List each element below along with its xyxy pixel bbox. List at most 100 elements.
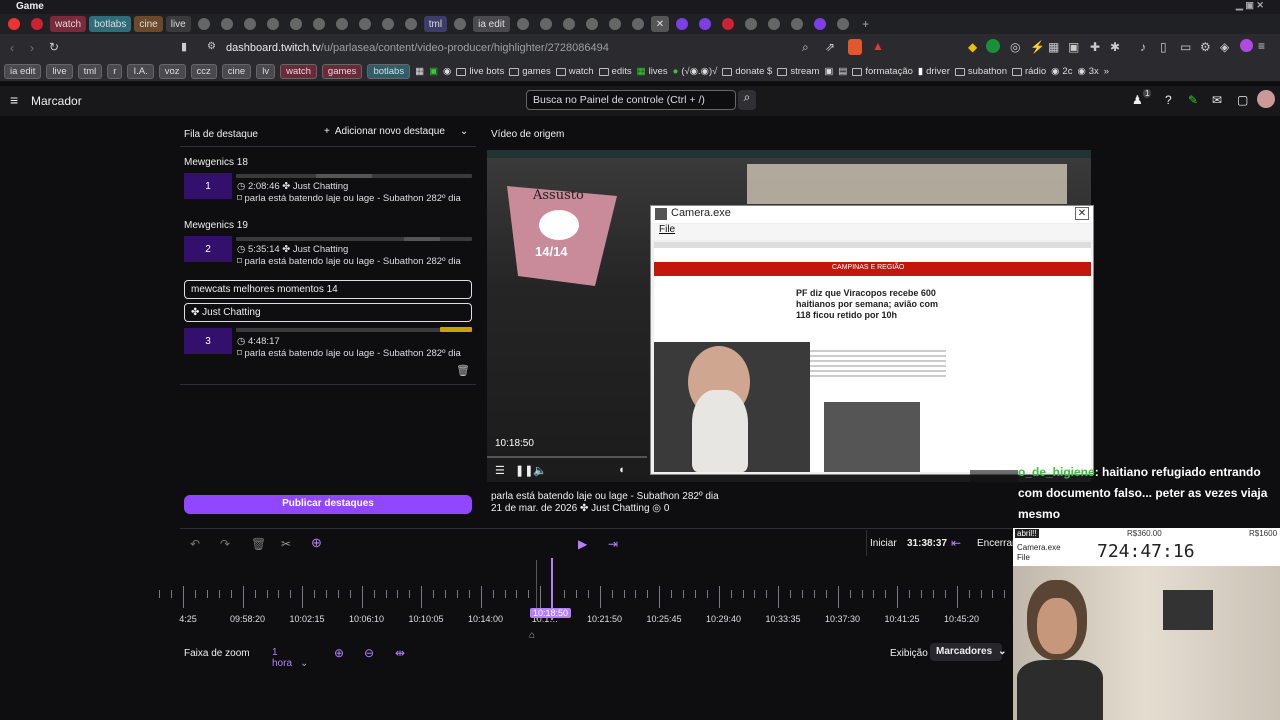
search-input[interactable]: Busca no Painel de controle (Ctrl + /) xyxy=(526,90,736,110)
vpn-icon[interactable]: ◈ xyxy=(1220,40,1229,54)
bookmark-ccz[interactable]: ccz xyxy=(190,64,217,79)
tab-favicon-icon[interactable] xyxy=(631,18,644,30)
tab-favicon-icon[interactable] xyxy=(8,18,20,30)
tab-botlabs[interactable]: botlabs xyxy=(89,16,132,32)
tab-favicon-icon[interactable] xyxy=(722,18,735,30)
group-title-input[interactable]: mewcats melhores momentos 14 xyxy=(184,280,472,299)
extension-icon[interactable]: ▣ xyxy=(1068,40,1079,54)
tab-favicon-icon[interactable] xyxy=(837,18,850,30)
tab-favicon-icon[interactable] xyxy=(31,18,43,30)
marker-icon[interactable]: ⌂ xyxy=(529,630,535,641)
bookmark-icon[interactable]: ▣ xyxy=(429,66,438,77)
back-icon[interactable]: ‹ xyxy=(10,41,14,55)
close-icon[interactable]: ✕ xyxy=(1075,207,1089,220)
publish-highlights-button[interactable]: Publicar destaques xyxy=(184,495,472,514)
view-select[interactable]: Marcadores ⌄ xyxy=(930,643,1007,661)
bookmark-live[interactable]: live xyxy=(46,64,73,79)
tab-watch[interactable]: watch xyxy=(50,16,87,32)
clip-number-badge[interactable]: 3 xyxy=(184,328,232,354)
tab-favicon-icon[interactable] xyxy=(289,18,302,30)
clip-number-badge[interactable]: 1 xyxy=(184,173,232,199)
tab-favicon-icon[interactable] xyxy=(358,18,371,30)
window-controls[interactable]: ▁ ▣ ✕ xyxy=(1236,0,1264,11)
apps-grid-icon[interactable]: ▦ xyxy=(415,66,424,77)
menu-file[interactable]: File xyxy=(659,224,675,235)
tab-favicon-icon[interactable] xyxy=(539,18,552,30)
profile-icon[interactable] xyxy=(1240,39,1253,52)
search-icon[interactable]: ⌕ xyxy=(738,90,756,110)
extension-icon[interactable]: ◆ xyxy=(968,40,977,54)
tab-favicon-icon[interactable] xyxy=(745,18,758,30)
zoom-out-icon[interactable]: ⊖ xyxy=(364,646,374,660)
extension-icon[interactable]: ✱ xyxy=(1110,40,1120,54)
url-field[interactable]: dashboard.twitch.tv/u/parlasea/content/v… xyxy=(226,42,609,54)
zoom-icon[interactable]: ⌕ xyxy=(802,40,809,55)
bookmark-watch[interactable]: watch xyxy=(280,64,317,79)
bookmark-voz[interactable]: voz xyxy=(158,64,186,79)
sidebar-icon[interactable]: ▯ xyxy=(1160,40,1167,54)
brave-shield-icon[interactable] xyxy=(848,39,862,55)
tab-favicon-icon[interactable] xyxy=(562,18,575,30)
trash-icon[interactable]: 🗑 xyxy=(456,364,470,377)
bookmark-icon[interactable]: ▮ xyxy=(181,40,187,53)
zoom-select[interactable]: 1 hora ⌄ xyxy=(266,645,320,669)
tab-favicon-icon[interactable] xyxy=(335,18,348,30)
wallet-icon[interactable]: ▭ xyxy=(1180,40,1191,54)
tab-favicon-icon[interactable] xyxy=(312,18,325,30)
tab-favicon-icon[interactable] xyxy=(220,18,233,30)
brave-rewards-icon[interactable]: ▲ xyxy=(872,39,884,53)
bookmark-icon[interactable]: ▤ xyxy=(838,66,847,77)
avatar[interactable] xyxy=(1257,90,1275,108)
bookmark-botlabs[interactable]: botlabs xyxy=(367,64,411,79)
creator-tools-icon[interactable]: ✎ xyxy=(1188,93,1198,107)
camera-window[interactable]: Camera.exe ✕ File CAMPINAS E REGIÃO PF d… xyxy=(650,205,1094,475)
bookmark-folder-driver[interactable]: ▮ driver xyxy=(918,66,950,77)
tab-live[interactable]: live xyxy=(165,16,191,32)
extension-icon[interactable] xyxy=(986,39,1000,53)
hamburger-menu-icon[interactable]: ≡ xyxy=(10,92,18,108)
tab-favicon-icon[interactable] xyxy=(516,18,529,30)
new-tab-icon[interactable]: + xyxy=(862,17,869,31)
tab-favicon-icon[interactable] xyxy=(381,18,394,30)
tab-favicon-icon[interactable] xyxy=(266,18,279,30)
category-select[interactable]: ✤ Just Chatting xyxy=(184,303,472,322)
clip-number-badge[interactable]: 2 xyxy=(184,236,232,262)
volume-icon[interactable]: 🔈 xyxy=(533,464,547,477)
tab-favicon-icon[interactable] xyxy=(699,18,712,30)
puzzle-icon[interactable]: ✚ xyxy=(1090,40,1100,54)
chapters-icon[interactable]: ☰ xyxy=(495,464,505,477)
reload-icon[interactable]: ↻ xyxy=(49,40,59,54)
music-icon[interactable]: ♪ xyxy=(1140,40,1146,54)
help-icon[interactable]: ? xyxy=(1165,93,1172,107)
bookmark-folder-stream[interactable]: stream xyxy=(777,66,819,77)
tab-favicon-icon[interactable] xyxy=(404,18,417,30)
bookmark-folder-live-bots[interactable]: live bots xyxy=(456,66,504,77)
bookmark-ia-edit[interactable]: ia edit xyxy=(4,64,42,79)
bookmark-cine[interactable]: cine xyxy=(221,64,252,79)
fit-icon[interactable]: ⇹ xyxy=(395,646,405,660)
bookmark-2c[interactable]: ◉ 2c xyxy=(1051,66,1072,77)
bookmark-folder-edits[interactable]: edits xyxy=(598,66,632,77)
bookmark-games[interactable]: games xyxy=(321,64,363,79)
bookmark-folder-lives[interactable]: ▦ lives xyxy=(637,66,668,77)
bookmark-folder-watch[interactable]: watch xyxy=(555,66,594,77)
tab-favicon-icon[interactable] xyxy=(197,18,210,30)
menu-icon[interactable]: ≡ xyxy=(1258,39,1265,53)
tab-favicon-icon[interactable] xyxy=(608,18,621,30)
bookmark-folder-radio[interactable]: rádio xyxy=(1011,66,1046,77)
inbox-icon[interactable]: ✉ xyxy=(1212,93,1222,107)
tab-active[interactable]: ✕ xyxy=(650,16,670,32)
tab-favicon-icon[interactable] xyxy=(676,18,689,30)
add-highlight-button[interactable]: + Adicionar novo destaque ⌄ xyxy=(324,126,468,137)
bookmark-icon[interactable]: ◉ xyxy=(443,66,451,77)
tab-favicon-icon[interactable] xyxy=(243,18,256,30)
bookmark-folder-games[interactable]: games xyxy=(509,66,551,77)
whispers-icon[interactable]: ▢ xyxy=(1237,93,1248,107)
forward-icon[interactable]: › xyxy=(30,41,34,55)
bookmark-ia[interactable]: I.A. xyxy=(127,64,154,79)
extension-icon[interactable]: ▦ xyxy=(1048,40,1059,54)
site-info-icon[interactable]: ⚙ xyxy=(207,41,216,52)
bookmark-lv[interactable]: lv xyxy=(256,64,276,79)
bookmark-3x[interactable]: ◉ 3x xyxy=(1077,66,1098,77)
extension-icon[interactable]: ◎ xyxy=(1010,40,1020,54)
